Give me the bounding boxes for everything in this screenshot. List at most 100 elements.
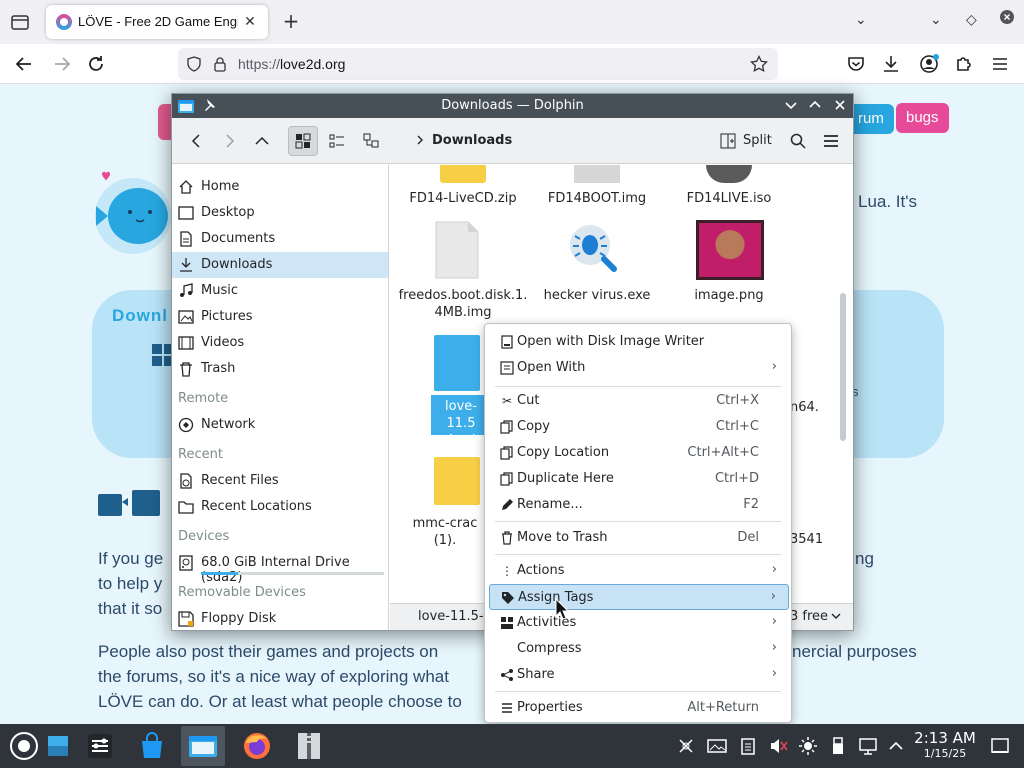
icons-view-button[interactable]	[288, 126, 318, 156]
menu-share[interactable]: Share ›	[489, 662, 789, 688]
places-item-desktop[interactable]: Desktop	[172, 200, 388, 226]
new-tab-button[interactable]: +	[280, 11, 302, 33]
para1-line2: to help y	[98, 574, 163, 593]
tracking-shield-icon[interactable]	[186, 56, 202, 76]
places-item-home[interactable]: Home	[172, 174, 388, 200]
extensions-puzzle-icon[interactable]	[952, 52, 976, 76]
menu-actions[interactable]: ⋮ Actions ›	[489, 558, 789, 584]
usb-device-icon[interactable]	[828, 736, 848, 756]
chevron-down-icon[interactable]	[830, 610, 842, 626]
file-item[interactable]: n64.	[790, 400, 819, 415]
menu-properties[interactable]: Properties Alt+Return	[489, 695, 789, 721]
file-item[interactable]: hecker virus.exe	[532, 287, 662, 304]
downloads-icon[interactable]	[879, 52, 903, 76]
file-item[interactable]: FD14-LiveCD.zip	[398, 190, 528, 207]
discover-store-icon[interactable]	[130, 726, 174, 766]
network-wired-icon[interactable]	[858, 736, 878, 756]
file-item-selected[interactable]: love-11.5 Appl	[431, 395, 491, 448]
menu-activities[interactable]: Activities ›	[489, 610, 789, 636]
places-item-pictures[interactable]: Pictures	[172, 304, 388, 330]
forum-link[interactable]: rum	[848, 104, 894, 134]
volume-muted-icon[interactable]	[768, 736, 788, 756]
system-settings-icon[interactable]	[78, 726, 122, 766]
minimize-icon[interactable]	[783, 97, 799, 117]
lock-icon[interactable]	[212, 56, 228, 76]
hamburger-menu-button[interactable]	[816, 126, 846, 156]
file-item[interactable]: FD14LIVE.iso	[664, 190, 794, 207]
menu-open-with[interactable]: Open With ›	[489, 355, 789, 381]
brightness-icon[interactable]	[798, 736, 818, 756]
vertical-dots-icon: ⋮	[501, 564, 513, 578]
breadcrumb-downloads[interactable]: Downloads	[432, 133, 512, 148]
compact-view-button[interactable]	[322, 126, 352, 156]
mouse-cursor-icon	[555, 597, 570, 620]
maximize-icon[interactable]	[807, 97, 823, 117]
places-item-music[interactable]: Music	[172, 278, 388, 304]
forward-arrow-icon[interactable]	[50, 52, 74, 76]
restore-window-icon[interactable]: ◇	[966, 12, 977, 28]
places-item-trash[interactable]: Trash	[172, 356, 388, 382]
desktop-pager-icon[interactable]	[40, 726, 76, 766]
places-item-documents[interactable]: Documents	[172, 226, 388, 252]
account-icon[interactable]	[917, 52, 941, 76]
menu-copy[interactable]: Copy Ctrl+C	[489, 414, 789, 440]
menu-open-with-disk-image-writer[interactable]: Open with Disk Image Writer	[489, 329, 789, 355]
file-item[interactable]: FD14BOOT.img	[532, 190, 662, 207]
places-item-videos[interactable]: Videos	[172, 330, 388, 356]
context-menu: Open with Disk Image Writer Open With › …	[484, 323, 792, 723]
tab-list-icon[interactable]	[8, 10, 32, 34]
places-panel: Home Desktop Documents Downloads Music P…	[172, 165, 389, 630]
clipboard-icon[interactable]	[738, 736, 758, 756]
hamburger-menu-icon[interactable]	[988, 52, 1012, 76]
tab-close-icon[interactable]: ✕	[240, 12, 260, 32]
places-item-downloads[interactable]: Downloads	[172, 252, 388, 278]
tray-expand-chevron-icon[interactable]	[886, 736, 906, 756]
search-button[interactable]	[783, 126, 813, 156]
forward-button[interactable]	[214, 126, 244, 156]
browser-tab-active[interactable]: LÖVE - Free 2D Game Engine ✕	[46, 5, 268, 39]
browser-tab-bar: LÖVE - Free 2D Game Engine ✕ + ⌄ ⌄ ◇	[0, 0, 1024, 44]
file-item[interactable]: freedos.boot.disk.1. 4MB.img	[398, 287, 528, 321]
show-desktop-icon[interactable]	[990, 736, 1010, 756]
back-arrow-icon[interactable]	[12, 52, 36, 76]
menu-move-to-trash[interactable]: Move to Trash Del	[489, 525, 789, 551]
minimize-window-icon[interactable]: ⌄	[930, 12, 942, 28]
places-item-network[interactable]: Network	[172, 412, 388, 438]
details-view-button[interactable]	[356, 126, 386, 156]
digital-clock[interactable]: 2:13 AM 1/15/25	[910, 730, 980, 761]
file-item[interactable]: image.png	[664, 287, 794, 304]
dolphin-taskbar-icon[interactable]	[181, 726, 225, 766]
bookmark-star-icon[interactable]	[750, 54, 768, 77]
url-bar[interactable]: https://love2d.org	[178, 48, 778, 80]
places-item-recent-locations[interactable]: Recent Locations	[172, 494, 388, 520]
menu-rename[interactable]: Rename... F2	[489, 492, 789, 518]
chevron-down-icon[interactable]: ⌄	[855, 12, 867, 28]
close-window-icon[interactable]	[1000, 10, 1014, 28]
menu-compress[interactable]: Compress ›	[489, 636, 789, 662]
split-button[interactable]: Split	[718, 126, 778, 156]
places-item-floppy[interactable]: Floppy Disk	[172, 606, 388, 630]
back-button[interactable]	[182, 126, 212, 156]
file-view-scrollbar[interactable]	[837, 165, 849, 603]
file-item[interactable]: 3541	[790, 532, 823, 547]
places-item-recent-files[interactable]: Recent Files	[172, 468, 388, 494]
bugs-link[interactable]: bugs	[896, 103, 949, 133]
up-button[interactable]	[247, 126, 277, 156]
reload-icon[interactable]	[84, 52, 108, 76]
pocket-icon[interactable]	[844, 52, 868, 76]
places-item-internal-drive[interactable]: 68.0 GiB Internal Drive (sda2)	[172, 550, 388, 585]
scrollbar-thumb[interactable]	[840, 293, 846, 441]
screenshot-icon[interactable]	[707, 736, 727, 756]
tab-title: LÖVE - Free 2D Game Engine	[78, 14, 238, 29]
dolphin-titlebar[interactable]: Downloads — Dolphin	[172, 94, 853, 118]
menu-copy-location[interactable]: Copy Location Ctrl+Alt+C	[489, 440, 789, 466]
iso-image-icon	[706, 165, 752, 183]
kde-connect-icon[interactable]	[676, 736, 696, 756]
firefox-icon[interactable]	[235, 726, 279, 766]
menu-cut[interactable]: ✂ Cut Ctrl+X	[489, 388, 789, 414]
file-name: 3541	[790, 532, 824, 547]
menu-assign-tags[interactable]: Assign Tags ›	[489, 584, 789, 610]
menu-duplicate-here[interactable]: Duplicate Here Ctrl+D	[489, 466, 789, 492]
close-icon[interactable]	[832, 97, 848, 117]
archive-manager-icon[interactable]	[287, 726, 331, 766]
